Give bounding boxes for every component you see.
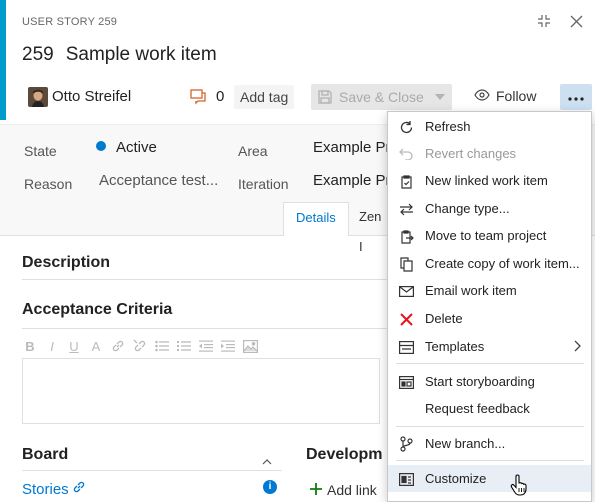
reason-field[interactable]: Acceptance test... [99, 172, 218, 189]
eye-icon [474, 88, 490, 104]
menu-item-revert-changes[interactable]: Revert changes [388, 140, 591, 167]
menu-item-delete[interactable]: Delete [388, 305, 591, 332]
follow-label: Follow [496, 88, 537, 104]
add-tag-button[interactable]: Add tag [234, 85, 295, 109]
info-icon[interactable]: i [263, 480, 277, 494]
more-actions-button[interactable] [560, 84, 592, 110]
menu-separator [396, 460, 584, 461]
italic-icon[interactable]: I [44, 338, 60, 354]
comment-count: 0 [216, 88, 225, 105]
menu-item-request-feedback[interactable]: Request feedback [388, 395, 591, 422]
acceptance-criteria-editor[interactable] [22, 358, 380, 424]
storyboard-icon [397, 373, 415, 391]
ellipsis-icon [568, 88, 584, 106]
customize-icon [397, 470, 415, 488]
acceptance-criteria-heading: Acceptance Criteria [22, 301, 173, 318]
menu-item-refresh[interactable]: Refresh [388, 113, 591, 140]
new-linked-item-icon [397, 172, 415, 190]
chain-link-icon [72, 480, 86, 498]
stories-link-text[interactable]: Stories [22, 481, 69, 498]
development-heading: Developm [306, 446, 383, 463]
undo-icon [397, 145, 415, 163]
templates-icon [397, 338, 415, 356]
collapse-icon[interactable] [535, 12, 553, 30]
numbered-list-icon[interactable] [176, 338, 192, 354]
bold-icon[interactable]: B [22, 338, 38, 354]
description-heading: Description [22, 254, 111, 271]
menu-item-move-to-team-project[interactable]: Move to team project [388, 222, 591, 249]
mail-icon [397, 282, 415, 300]
plus-icon [310, 482, 322, 498]
chevron-down-icon[interactable] [428, 84, 452, 110]
menu-separator [396, 426, 584, 427]
work-item-header: USER STORY 259 259 Sample work item Otto … [0, 0, 595, 120]
refresh-icon [397, 118, 415, 136]
save-close-button[interactable]: Save & Close [311, 84, 452, 110]
save-close-label: Save & Close [339, 89, 424, 105]
image-icon[interactable] [242, 338, 258, 354]
board-heading: Board [22, 446, 69, 463]
menu-item-start-storyboarding[interactable]: Start storyboarding [388, 368, 591, 395]
delete-icon [397, 310, 415, 328]
work-item-type-label: USER STORY 259 [22, 16, 118, 28]
swap-icon [397, 200, 415, 218]
decrease-indent-icon[interactable] [198, 338, 214, 354]
work-item-id: 259 [22, 44, 54, 65]
link-icon[interactable] [110, 338, 126, 354]
work-item-title-text[interactable]: Sample work item [66, 44, 217, 65]
state-label: State [24, 143, 57, 159]
avatar [28, 87, 48, 107]
work-item-title[interactable]: 259 Sample work item [22, 44, 217, 66]
menu-item-new-branch[interactable]: New branch... [388, 430, 591, 457]
reason-label: Reason [24, 176, 73, 192]
menu-item-create-copy[interactable]: Create copy of work item... [388, 250, 591, 277]
assigned-to[interactable]: Otto Streifel [52, 88, 131, 105]
follow-button[interactable]: Follow [474, 88, 536, 104]
more-actions-menu: Refresh Revert changes New linked work i… [387, 111, 592, 502]
hand-pointer-icon [510, 474, 528, 501]
bulleted-list-icon[interactable] [154, 338, 170, 354]
menu-item-customize[interactable]: Customize [388, 465, 591, 492]
underline-icon[interactable]: U [66, 338, 82, 354]
highlight-icon[interactable]: A [88, 338, 104, 354]
save-icon [317, 89, 333, 110]
state-indicator [96, 141, 106, 151]
board-divider [22, 470, 282, 471]
chevron-right-icon [574, 339, 581, 357]
work-item-type-accent [0, 0, 6, 120]
menu-item-change-type[interactable]: Change type... [388, 195, 591, 222]
board-column-link[interactable]: Stories [22, 480, 86, 498]
add-link-label: Add link [327, 482, 377, 498]
area-field[interactable]: Example Pr [313, 139, 391, 156]
tab-details[interactable]: Details [283, 202, 349, 236]
menu-item-templates[interactable]: Templates [388, 333, 591, 360]
branch-icon [397, 435, 415, 453]
area-label: Area [238, 143, 268, 159]
menu-item-email-work-item[interactable]: Email work item [388, 277, 591, 304]
increase-indent-icon[interactable] [220, 338, 236, 354]
move-icon [397, 227, 415, 245]
rich-text-toolbar: B I U A [22, 338, 258, 354]
chevron-up-icon[interactable] [262, 452, 272, 470]
copy-icon [397, 255, 415, 273]
close-icon[interactable] [567, 12, 585, 30]
state-field[interactable]: Active [116, 139, 157, 156]
menu-separator [396, 363, 584, 364]
comment-icon[interactable] [190, 89, 208, 110]
iteration-label: Iteration [238, 176, 289, 192]
iteration-field[interactable]: Example Pr [313, 172, 391, 189]
add-link-button[interactable]: Add link [310, 482, 377, 498]
menu-item-new-linked-work-item[interactable]: New linked work item [388, 167, 591, 194]
unlink-icon[interactable] [132, 338, 148, 354]
